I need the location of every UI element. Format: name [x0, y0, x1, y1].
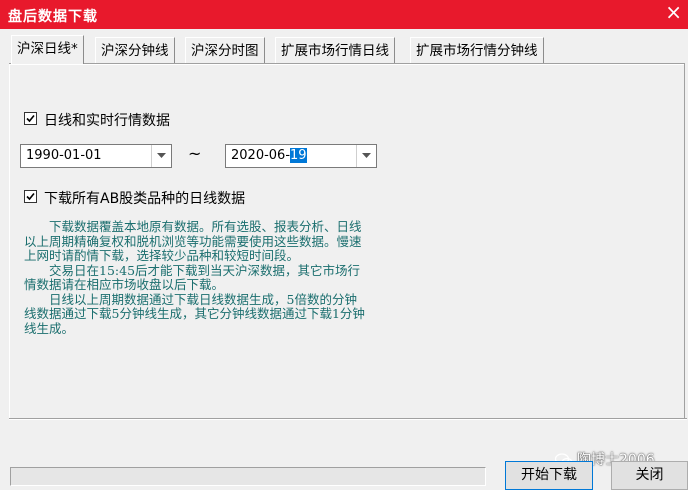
title-bar: 盘后数据下载 ×: [0, 0, 688, 29]
info-paragraph: 交易日在15:45后才能下载到当天沪深数据，其它市场行情数据请在相应市场收盘以后…: [24, 262, 361, 292]
start-date-dropdown-button[interactable]: [151, 145, 171, 167]
window-title: 盘后数据下载: [8, 9, 98, 25]
info-paragraph: 日线以上周期数据通过下载日线数据生成，5倍数的分钟线数据通过下载5分钟线生成，其…: [24, 291, 365, 336]
tab-ext-market-daily[interactable]: 扩展市场行情日线: [275, 37, 395, 63]
daily-data-label: 日线和实时行情数据: [44, 113, 170, 129]
start-download-button[interactable]: 开始下载: [505, 461, 593, 490]
info-paragraph: 下载数据覆盖本地原有数据。所有选股、报表分析、日线以上周期精确复权和脱机浏览等功…: [24, 219, 362, 263]
chevron-down-icon: [362, 153, 371, 158]
daily-data-checkbox[interactable]: [24, 112, 37, 125]
panel-border-left: [9, 64, 10, 419]
end-date-dropdown-button[interactable]: [356, 145, 376, 167]
ab-shares-checkbox[interactable]: [24, 190, 37, 203]
start-date-value[interactable]: 1990-01-01: [26, 148, 102, 163]
panel-border-bottom-highlight: [9, 419, 687, 420]
end-date-selected-text: 19: [290, 148, 307, 163]
ab-shares-label: 下载所有AB股类品种的日线数据: [44, 191, 246, 207]
start-date-combo[interactable]: 1990-01-01: [20, 144, 172, 168]
end-date-prefix: 2020-06-: [231, 148, 291, 163]
date-range-separator: ~: [188, 144, 202, 163]
tab-shsz-minute[interactable]: 沪深分钟线: [95, 37, 175, 63]
panel-border-right: [684, 64, 685, 419]
end-date-value[interactable]: 2020-06-19: [231, 148, 307, 163]
tab-shsz-timeshare[interactable]: 沪深分时图: [185, 37, 265, 63]
tab-divider-highlight: [9, 64, 685, 65]
download-info-text: 下载数据覆盖本地原有数据。所有选股、报表分析、日线以上周期精确复权和脱机浏览等功…: [24, 219, 369, 336]
checkmark-icon: [26, 114, 35, 123]
chevron-down-icon: [157, 153, 166, 158]
tab-shsz-daily[interactable]: 沪深日线*: [11, 35, 84, 64]
window-close-icon[interactable]: ×: [665, 1, 682, 23]
checkmark-icon: [26, 192, 35, 201]
download-progress-bar: [10, 467, 486, 486]
close-button[interactable]: 关闭: [611, 461, 688, 490]
end-date-combo[interactable]: 2020-06-19: [225, 144, 377, 168]
tab-ext-market-minute[interactable]: 扩展市场行情分钟线: [410, 37, 544, 63]
